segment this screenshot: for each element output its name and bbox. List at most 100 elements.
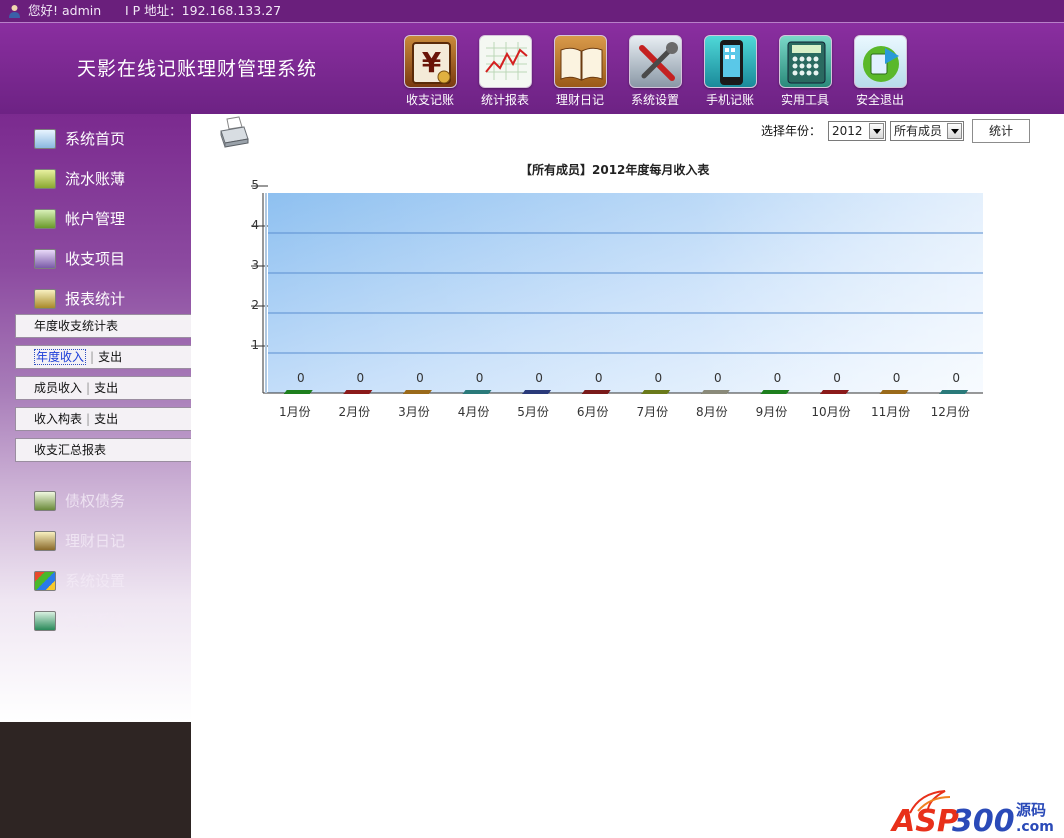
- report-sub-structure: 收入构表 | 支出: [15, 407, 191, 431]
- items-icon: [34, 249, 56, 269]
- nav-label: 系统设置: [630, 93, 679, 107]
- data-label: 0: [893, 371, 901, 385]
- data-label: 0: [774, 371, 782, 385]
- report-sub-annual-summary: 年度收支统计表: [15, 314, 191, 338]
- nav-logout-button[interactable]: 安全退出: [850, 35, 910, 108]
- printer-icon[interactable]: [218, 115, 250, 149]
- chart-report-icon: [478, 35, 532, 88]
- data-label: 0: [535, 371, 543, 385]
- bar: [641, 390, 671, 394]
- x-tick-label: 3月份: [398, 405, 430, 419]
- sidebar-item-label: 关于系统: [65, 612, 126, 630]
- x-tick-label: 4月份: [458, 405, 490, 419]
- open-book-icon: [553, 35, 607, 88]
- year-select-label: 选择年份：: [761, 124, 822, 138]
- sidebar-footer: [0, 722, 191, 838]
- year-select[interactable]: 2012: [828, 121, 886, 141]
- svg-text:300: 300: [952, 804, 1015, 835]
- data-label: 0: [595, 371, 603, 385]
- windows-icon: [34, 571, 56, 591]
- diary-icon: [34, 531, 56, 551]
- chevron-down-icon: [869, 123, 884, 139]
- door-icon: [34, 611, 56, 631]
- nav-label: 收支记账: [405, 93, 454, 107]
- sidebar: 系统首页 流水账薄 帐户管理 收支项目 报表统计 年度收支统计表 年度收入 | 支出…: [0, 114, 191, 722]
- x-tick-label: 11月份: [871, 405, 910, 419]
- calculator-icon: [778, 35, 832, 88]
- bar: [462, 390, 492, 394]
- data-label: 0: [297, 371, 305, 385]
- link-annual-summary[interactable]: 年度收支统计表: [34, 319, 118, 333]
- bar: [522, 390, 552, 394]
- nav-label: 统计报表: [480, 93, 529, 107]
- y-tick-label: 5: [251, 180, 259, 192]
- bar: [939, 390, 969, 394]
- link-member-income[interactable]: 成员收入: [34, 381, 82, 395]
- y-tick-label: 2: [251, 298, 259, 312]
- income-bar-chart: 1 2 3 4 5 0 1月份 0 2月份 0 3月份 0 4月份 0 5月份 0 6月份 0 7月份 0 8月份 0 9月…: [251, 180, 983, 419]
- nav-report-button[interactable]: 统计报表: [475, 35, 535, 108]
- nav-diary-button[interactable]: 理财日记: [550, 35, 610, 108]
- data-label: 0: [357, 371, 365, 385]
- x-tick-label: 10月份: [811, 405, 850, 419]
- bar: [700, 390, 730, 394]
- nav-mobile-button[interactable]: 手机记账: [700, 35, 760, 108]
- notebook-icon: [34, 169, 56, 189]
- ip-address-text: I P 地址：192.168.133.27: [125, 3, 282, 18]
- x-tick-label: 6月份: [577, 405, 609, 419]
- sidebar-item-label: 流水账薄: [65, 170, 126, 188]
- x-tick-label: 2月份: [339, 405, 371, 419]
- report-sub-total: 收支汇总报表: [15, 438, 191, 462]
- x-tick-label: 5月份: [517, 405, 549, 419]
- top-info-bar: 您好! admin I P 地址：192.168.133.27: [0, 0, 1064, 23]
- chart-title: 【所有成员】2012年度每月收入表: [520, 163, 710, 177]
- debt-icon: [34, 491, 56, 511]
- bar: [343, 390, 373, 394]
- bar: [581, 390, 611, 394]
- year-select-value: 2012: [832, 124, 863, 138]
- link-expense-structure[interactable]: 支出: [94, 412, 118, 426]
- svg-text:.com: .com: [1016, 819, 1054, 835]
- sidebar-item-label: 理财日记: [65, 532, 126, 550]
- svg-text:源码: 源码: [1016, 801, 1046, 819]
- data-label: 0: [714, 371, 722, 385]
- sidebar-item-label: 债权债务: [65, 492, 126, 510]
- nav-settings-button[interactable]: 系统设置: [625, 35, 685, 108]
- user-icon: [9, 5, 20, 18]
- report-sub-member: 成员收入 | 支出: [15, 376, 191, 400]
- link-annual-income[interactable]: 年度收入: [34, 349, 87, 365]
- x-tick-label: 1月份: [279, 405, 311, 419]
- link-summary-report[interactable]: 收支汇总报表: [34, 443, 106, 457]
- bar-chart-icon: [34, 289, 56, 309]
- x-tick-label: 8月份: [696, 405, 728, 419]
- data-label: 0: [416, 371, 424, 385]
- bar: [283, 390, 313, 394]
- mobile-phone-icon: [703, 35, 757, 88]
- bar: [402, 390, 432, 394]
- bar: [879, 390, 909, 394]
- bar: [820, 390, 850, 394]
- nav-ledger-button[interactable]: ¥ 收支记账: [400, 35, 460, 108]
- plot-area-highlight: [268, 193, 983, 393]
- system-title: 天影在线记账理财管理系统: [77, 58, 318, 80]
- y-tick-label: 4: [251, 218, 259, 232]
- stat-button[interactable]: 统计: [972, 119, 1030, 143]
- sidebar-item-label: 系统首页: [65, 130, 126, 148]
- member-select[interactable]: 所有成员: [890, 121, 964, 141]
- data-label: 0: [833, 371, 841, 385]
- bar: [760, 390, 790, 394]
- nav-tools-button[interactable]: 实用工具: [775, 35, 835, 108]
- nav-label: 理财日记: [555, 93, 604, 107]
- ledger-yen-icon: ¥: [403, 35, 457, 88]
- member-select-value: 所有成员: [894, 124, 943, 138]
- data-label: 0: [476, 371, 484, 385]
- x-tick-label: 9月份: [756, 405, 788, 419]
- nav-label: 实用工具: [780, 93, 829, 107]
- svg-text:ASP: ASP: [890, 804, 959, 835]
- link-annual-expense[interactable]: 支出: [98, 350, 122, 364]
- link-member-expense[interactable]: 支出: [94, 381, 118, 395]
- chevron-down-icon: [947, 123, 962, 139]
- greeting-text: 您好! admin: [28, 3, 102, 18]
- link-income-structure[interactable]: 收入构表: [34, 412, 82, 426]
- sidebar-item-label: 帐户管理: [65, 210, 126, 228]
